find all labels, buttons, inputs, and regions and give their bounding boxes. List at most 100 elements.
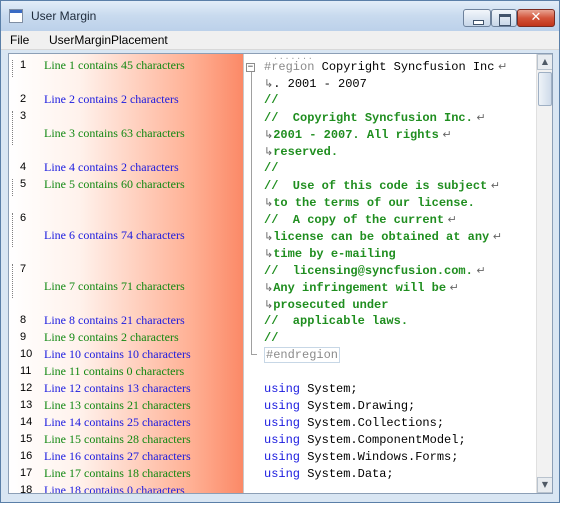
code-line: ↳reserved.	[264, 143, 338, 161]
code-line: ↳2001 - 2007. All rights ↵	[264, 126, 452, 144]
code-token: prosecuted under	[273, 298, 389, 312]
line-number: 13	[20, 399, 33, 411]
wrap-arrow-icon: ↳	[264, 77, 274, 90]
code-token: using	[264, 399, 301, 413]
code-token: System.Drawing;	[300, 399, 416, 413]
wrap-marker	[12, 264, 16, 298]
line-number: 4	[20, 161, 27, 173]
fold-guide-line	[251, 72, 252, 354]
margin-line-text: Line 11 contains 0 characters	[44, 364, 185, 378]
code-line: #region Copyright Syncfusion Inc ↵	[264, 58, 507, 76]
code-line: ↳time by e-mailing	[264, 245, 396, 263]
maximize-icon	[499, 14, 511, 26]
menu-file[interactable]: File	[10, 33, 29, 47]
wrap-arrow-icon: ↵	[489, 230, 502, 243]
app-icon	[9, 9, 23, 23]
margin-line-text: Line 15 contains 28 characters	[44, 432, 191, 446]
line-number: 10	[20, 348, 33, 360]
close-button[interactable]: ✕	[517, 9, 555, 27]
line-number: 18	[20, 484, 33, 494]
wrap-marker	[12, 60, 16, 77]
minimize-icon	[473, 20, 484, 25]
vertical-scrollbar[interactable]: ▲ ▼	[536, 54, 552, 493]
line-number: 15	[20, 433, 33, 445]
code-line: //	[264, 92, 278, 109]
scrollbar-thumb[interactable]	[538, 72, 552, 106]
margin-line-text: Line 1 contains 45 characters	[44, 58, 185, 72]
line-number: 5	[20, 178, 27, 190]
wrap-arrow-icon: ↵	[446, 281, 459, 294]
code-token: reserved.	[273, 145, 339, 159]
code-line: ↳to the terms of our license.	[264, 194, 475, 212]
close-icon: ✕	[530, 10, 542, 25]
margin-line-text: Line 18 contains 0 characters	[44, 483, 185, 494]
code-line: //	[264, 160, 278, 177]
line-number: 7	[20, 263, 27, 275]
line-number: 3	[20, 110, 27, 122]
code-token: // licensing@syncfusion.com.	[264, 264, 473, 278]
line-number: 1	[20, 59, 27, 71]
code-line: // Copyright Syncfusion Inc. ↵	[264, 109, 486, 127]
code-token: using	[264, 382, 301, 396]
code-line: // licensing@syncfusion.com. ↵	[264, 262, 486, 280]
wrap-arrow-icon: ↳	[264, 145, 274, 158]
arrow-down-icon[interactable]: ▼	[537, 477, 552, 493]
line-number: 11	[20, 365, 32, 377]
code-line: using System.ComponentModel;	[264, 432, 466, 449]
minimize-button[interactable]	[463, 9, 491, 27]
code-token: license can be obtained at any	[273, 230, 490, 244]
code-token: using	[264, 433, 301, 447]
title-bar[interactable]: User Margin ✕	[1, 1, 559, 31]
margin-line-text: Line 16 contains 27 characters	[44, 449, 191, 463]
code-token: . 2001 - 2007	[273, 77, 367, 91]
code-line: using System;	[264, 381, 358, 398]
margin-line-text: Line 6 contains 74 characters	[44, 228, 185, 242]
wrap-arrow-icon: ↵	[472, 264, 486, 277]
menu-bar: File UserMarginPlacement	[1, 31, 559, 50]
wrap-arrow-icon: ↵	[438, 128, 452, 141]
wrap-marker	[12, 111, 16, 145]
line-number: 6	[20, 212, 27, 224]
code-token: 2001 - 2007. All rights	[273, 128, 439, 142]
line-number: 17	[20, 467, 33, 479]
margin-line-text: Line 3 contains 63 characters	[44, 126, 185, 140]
code-line: using System.Drawing;	[264, 398, 415, 415]
maximize-button[interactable]	[491, 9, 517, 27]
line-number: 8	[20, 314, 27, 326]
code-token: System.ComponentModel;	[300, 433, 466, 447]
code-token: using	[264, 416, 301, 430]
arrow-up-icon[interactable]: ▲	[537, 54, 552, 70]
code-token: System.Data;	[300, 467, 394, 481]
menu-user-margin-placement[interactable]: UserMarginPlacement	[49, 33, 168, 47]
main-window: User Margin ✕ File UserMarginPlacement 1…	[0, 0, 560, 503]
code-token: // applicable laws.	[264, 314, 409, 328]
wrap-arrow-icon: ↳	[264, 196, 274, 209]
code-token: System;	[300, 382, 358, 396]
code-token: using	[264, 467, 301, 481]
margin-line-text: Line 10 contains 10 characters	[44, 347, 191, 361]
code-token: //	[264, 161, 279, 175]
code-line: using System.Data;	[264, 466, 394, 483]
margin-line-text: Line 8 contains 21 characters	[44, 313, 185, 327]
window-title: User Margin	[31, 9, 97, 23]
code-token: time by e-mailing	[273, 247, 396, 261]
line-number: 12	[20, 382, 33, 394]
line-number: 14	[20, 416, 33, 428]
collapse-region-icon[interactable]: −	[246, 63, 255, 72]
margin-line-text: Line 2 contains 2 characters	[44, 92, 179, 106]
wrap-arrow-icon: ↳	[264, 230, 274, 243]
code-token: using	[264, 450, 301, 464]
code-line: // A copy of the current ↵	[264, 211, 457, 229]
code-token: //	[264, 331, 279, 345]
code-token: Copyright Syncfusion Inc	[314, 60, 495, 74]
code-line: using System.Collections;	[264, 415, 444, 432]
code-line: #endregion	[264, 347, 341, 364]
margin-line-text: Line 9 contains 2 characters	[44, 330, 179, 344]
user-margin: 1 Line 1 contains 45 characters 2 Line 2 co…	[9, 54, 244, 493]
code-token: #endregion	[264, 347, 341, 363]
code-line: ↳prosecuted under	[264, 296, 388, 314]
code-line: using System.Windows.Forms;	[264, 449, 458, 466]
code-editor[interactable]: 1 Line 1 contains 45 characters 2 Line 2 co…	[8, 53, 553, 494]
margin-line-text: Line 12 contains 13 characters	[44, 381, 191, 395]
wrap-marker	[12, 213, 16, 247]
